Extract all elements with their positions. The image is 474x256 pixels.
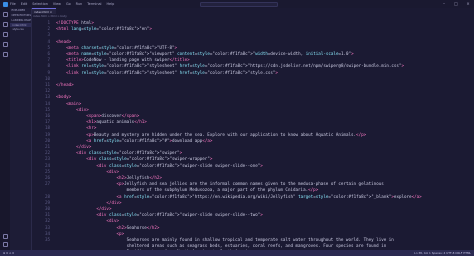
source-control-icon[interactable] <box>2 32 8 37</box>
account-icon[interactable] <box>2 234 8 239</box>
close-icon[interactable]: × <box>462 0 474 8</box>
maximize-icon[interactable]: □ <box>450 0 462 8</box>
activity-bar <box>0 8 10 250</box>
tab-index-html[interactable]: index.html × <box>32 8 56 14</box>
search-icon[interactable] <box>2 22 8 27</box>
status-info[interactable]: Ln 38, Col 1 Spaces: 4 UTF-8 CRLF HTML <box>414 251 471 255</box>
run-debug-icon[interactable] <box>2 42 8 47</box>
status-problems[interactable]: ⊗ 0 ⚠ 0 <box>3 251 414 255</box>
explorer-sidebar: EXPLORER OPEN EDITORS LANDING PAGE (EDM … <box>10 8 32 250</box>
editor-tabs: index.html × <box>32 8 474 14</box>
extensions-icon[interactable] <box>2 52 8 57</box>
code-editor[interactable]: 1 <!DOCTYPE html> 2 <html lang=style="color… <box>32 19 474 250</box>
window-controls: – □ × <box>438 0 474 8</box>
status-bar: ⊗ 0 ⚠ 0 Ln 38, Col 1 Spaces: 4 UTF-8 CRL… <box>0 250 474 256</box>
file-item-style[interactable]: style.css <box>10 27 31 31</box>
breadcrumb[interactable]: index.html > html > body <box>33 15 67 18</box>
command-center-search[interactable] <box>200 1 278 7</box>
title-bar: FileEditSelectionViewGoRunTerminalHelp L… <box>0 0 474 8</box>
gear-icon[interactable] <box>2 242 8 247</box>
files-icon[interactable] <box>2 12 8 17</box>
minimize-icon[interactable]: – <box>438 0 450 8</box>
